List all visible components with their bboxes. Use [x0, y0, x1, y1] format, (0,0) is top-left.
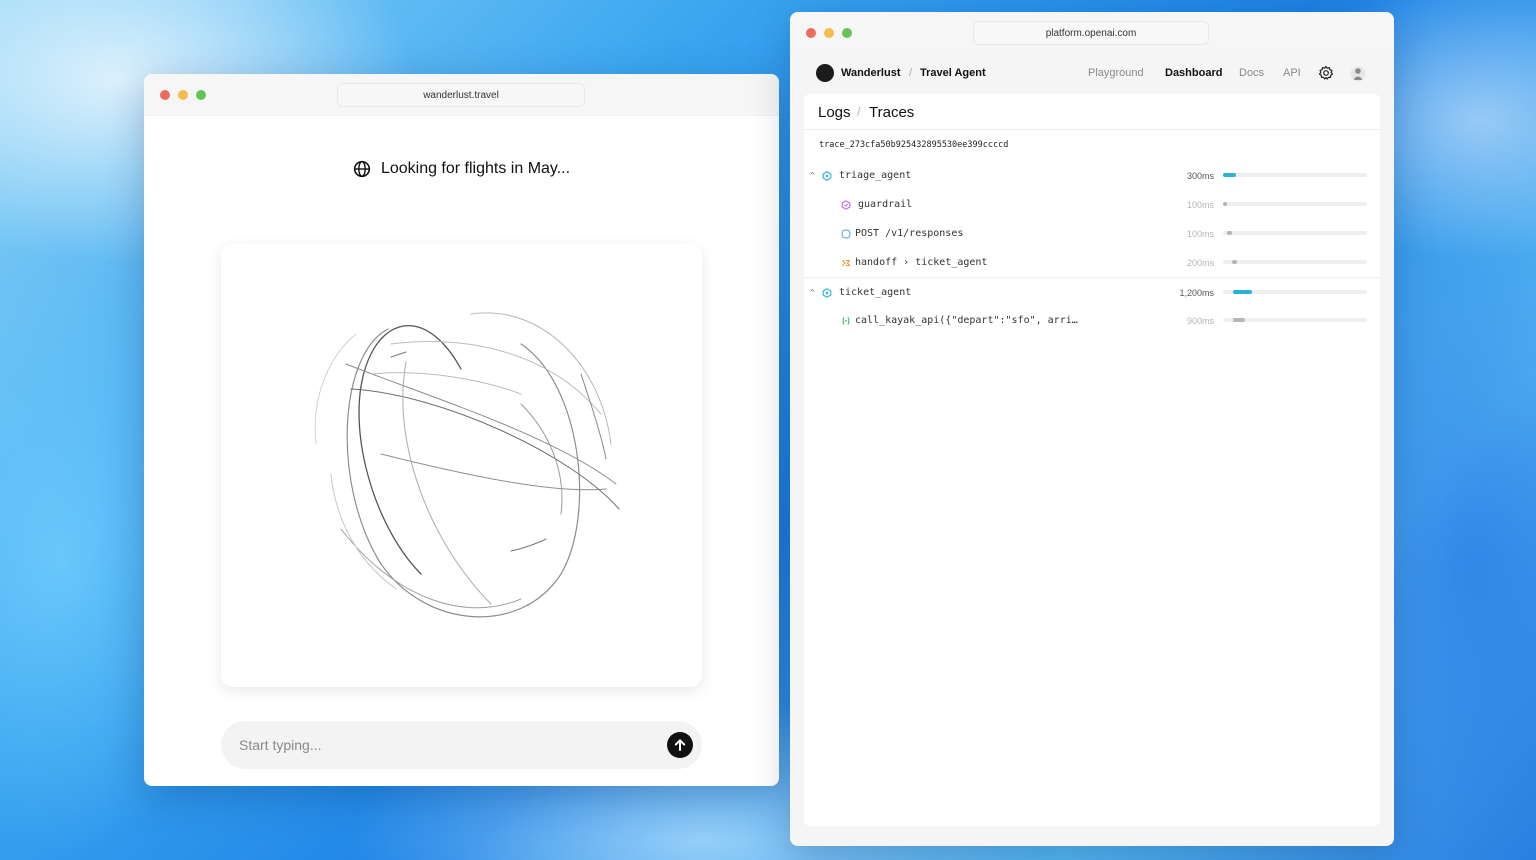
org-avatar[interactable]	[816, 64, 834, 82]
span-timeline-track	[1223, 260, 1367, 264]
span-duration: 100ms	[1186, 229, 1214, 239]
wanderlust-browser-window: wanderlust.travel Looking for flights in…	[144, 74, 779, 786]
message-composer	[221, 721, 702, 769]
span-timeline-track	[1223, 290, 1367, 294]
zoom-window-button[interactable]	[196, 90, 206, 100]
close-window-button[interactable]	[160, 90, 170, 100]
gear-icon[interactable]	[1318, 65, 1334, 81]
sketch-globe-illustration	[314, 312, 620, 618]
span-timeline-bar	[1233, 290, 1252, 294]
span-label: guardrail	[858, 199, 913, 210]
span-timeline-track	[1223, 173, 1367, 177]
breadcrumb-traces: Traces	[869, 104, 915, 121]
top-navigation: Wanderlust / Travel Agent Playground Das…	[790, 56, 1394, 92]
minimize-window-button[interactable]	[178, 90, 188, 100]
send-button[interactable]	[667, 732, 693, 758]
minimize-window-button[interactable]	[824, 28, 834, 38]
agent-icon	[822, 288, 832, 298]
breadcrumb-separator: /	[909, 67, 913, 79]
span-row[interactable]: POST /v1/responses 100ms	[804, 219, 1380, 248]
traffic-lights	[806, 28, 852, 38]
span-timeline-bar	[1233, 318, 1245, 322]
span-tree: ^ triage_agent 300ms guardrail 100ms POS…	[804, 161, 1380, 335]
url-text: platform.openai.com	[1045, 27, 1137, 39]
span-duration: 200ms	[1186, 258, 1214, 268]
traffic-lights	[160, 90, 206, 100]
nav-api[interactable]: API	[1283, 67, 1301, 79]
span-duration: 900ms	[1186, 316, 1214, 326]
span-row[interactable]: ^ triage_agent 300ms	[804, 161, 1380, 190]
span-timeline-bar	[1223, 202, 1228, 206]
span-label: POST /v1/responses	[855, 228, 964, 239]
zoom-window-button[interactable]	[842, 28, 852, 38]
title-bar: wanderlust.travel	[144, 74, 779, 116]
span-row[interactable]: handoff › ticket_agent 200ms	[804, 248, 1380, 277]
url-text: wanderlust.travel	[423, 89, 499, 101]
org-name[interactable]: Wanderlust	[841, 67, 901, 79]
arrow-up-icon	[674, 739, 686, 751]
span-label: ticket_agent	[839, 287, 912, 298]
span-label: triage_agent	[839, 170, 912, 181]
span-timeline-track	[1223, 202, 1367, 206]
response-icon	[841, 229, 851, 239]
status-message: Looking for flights in May...	[144, 160, 779, 178]
span-row[interactable]: call_kayak_api({"depart":"sfo", arri… 90…	[804, 306, 1380, 335]
span-timeline-bar	[1227, 231, 1232, 235]
guardrail-icon	[841, 200, 851, 210]
breadcrumb-separator: /	[857, 104, 861, 119]
globe-animation-card	[221, 244, 702, 687]
collapse-caret-icon[interactable]: ^	[810, 171, 815, 180]
span-duration: 1,200ms	[1179, 288, 1214, 298]
span-timeline-bar	[1231, 260, 1238, 264]
breadcrumb-logs[interactable]: Logs	[818, 104, 851, 121]
agent-icon	[822, 171, 832, 181]
span-duration: 300ms	[1186, 171, 1214, 181]
collapse-caret-icon[interactable]: ^	[810, 288, 815, 297]
title-bar: platform.openai.com	[790, 12, 1394, 50]
span-row[interactable]: ^ ticket_agent 1,200ms	[804, 277, 1380, 306]
span-timeline-track	[1223, 318, 1367, 322]
span-duration: 100ms	[1186, 200, 1214, 210]
globe-icon	[353, 160, 371, 178]
address-bar[interactable]: platform.openai.com	[973, 21, 1209, 45]
nav-docs[interactable]: Docs	[1239, 67, 1264, 79]
trace-id: trace_273cfa50b925432895530ee399ccccd	[819, 140, 1009, 150]
close-window-button[interactable]	[806, 28, 816, 38]
project-name[interactable]: Travel Agent	[920, 67, 986, 79]
span-label: handoff › ticket_agent	[855, 257, 988, 268]
nav-playground[interactable]: Playground	[1088, 67, 1144, 79]
span-row[interactable]: guardrail 100ms	[804, 190, 1380, 219]
panel-breadcrumb: Logs / Traces	[804, 94, 1380, 130]
handoff-icon	[841, 259, 851, 267]
traces-panel: Logs / Traces trace_273cfa50b92543289553…	[804, 94, 1380, 826]
user-avatar-icon[interactable]	[1350, 64, 1366, 84]
span-timeline-track	[1223, 231, 1367, 235]
span-label: call_kayak_api({"depart":"sfo", arri…	[855, 315, 1078, 326]
status-text: Looking for flights in May...	[380, 160, 571, 177]
message-input[interactable]	[239, 735, 639, 755]
nav-dashboard[interactable]: Dashboard	[1165, 67, 1222, 79]
address-bar[interactable]: wanderlust.travel	[337, 83, 585, 107]
span-timeline-bar	[1223, 173, 1236, 177]
function-icon	[842, 317, 850, 325]
platform-browser-window: platform.openai.com Wanderlust / Travel …	[790, 12, 1394, 846]
